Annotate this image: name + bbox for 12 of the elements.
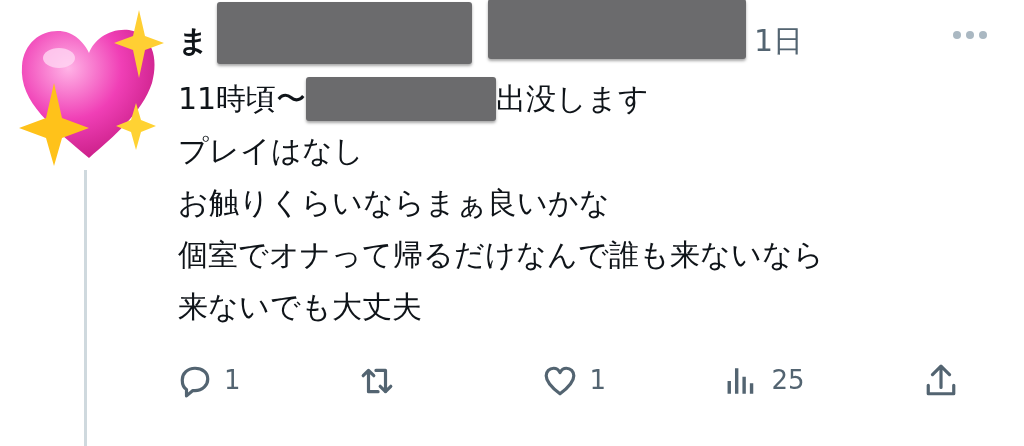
post-text: お触りくらいならまぁ良いかな	[178, 184, 610, 222]
post-text: プレイはなし	[178, 132, 364, 170]
author-name[interactable]: ま	[178, 17, 209, 63]
reply-count: 1	[224, 364, 241, 397]
share-icon[interactable]	[924, 363, 958, 398]
timestamp[interactable]: 1日	[754, 17, 804, 63]
post-text: 出没します	[496, 80, 650, 118]
post-text: 個室でオナって帰るだけなんで誰も来ないなら	[178, 236, 824, 274]
views-count: 25	[771, 364, 805, 397]
like-count: 1	[589, 364, 606, 397]
post-text: 11時頃〜	[178, 80, 307, 118]
post-text: 来ないでも大丈夫	[178, 288, 422, 326]
